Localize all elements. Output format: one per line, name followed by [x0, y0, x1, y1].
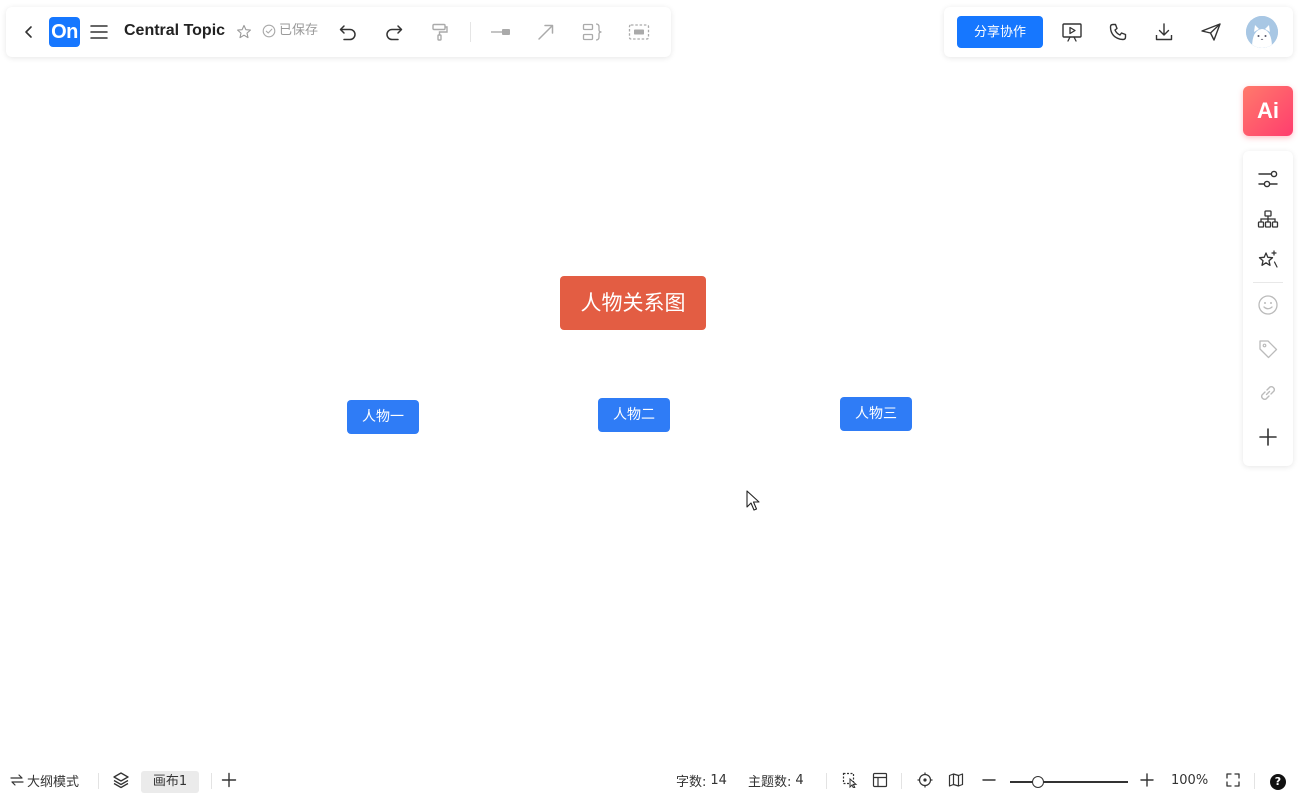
- theme-sparkle-icon[interactable]: [1256, 248, 1280, 272]
- swap-icon: [10, 774, 24, 786]
- status-divider: [901, 773, 902, 789]
- relationship-arrow-icon[interactable]: [534, 20, 558, 44]
- toolbar-divider: [470, 22, 471, 42]
- zoom-out-icon[interactable]: [981, 766, 997, 794]
- locate-center-icon[interactable]: [917, 766, 933, 794]
- outline-mode-button[interactable]: 大纲模式: [10, 766, 79, 794]
- child-topic-node[interactable]: 人物二: [598, 398, 670, 432]
- insert-topic-icon[interactable]: [489, 20, 513, 44]
- style-settings-icon[interactable]: [1256, 167, 1280, 191]
- status-divider: [211, 773, 212, 789]
- topic-count: 主题数: 4: [748, 766, 804, 794]
- document-title[interactable]: Central Topic: [124, 21, 225, 41]
- status-divider: [1254, 773, 1255, 789]
- fullscreen-icon[interactable]: [1225, 766, 1241, 794]
- boundary-frame-icon[interactable]: [627, 20, 651, 44]
- zoom-slider-handle[interactable]: [1032, 776, 1044, 788]
- structure-tree-icon[interactable]: [1256, 208, 1280, 232]
- child-topic-node[interactable]: 人物一: [347, 400, 419, 434]
- save-status-text: 已保存: [279, 23, 319, 38]
- status-divider: [826, 773, 827, 789]
- link-icon[interactable]: [1256, 381, 1280, 405]
- menu-icon[interactable]: [87, 20, 111, 44]
- central-topic-node[interactable]: 人物关系图: [560, 276, 706, 330]
- layers-icon[interactable]: [112, 766, 130, 794]
- minimap-icon[interactable]: [948, 766, 964, 794]
- undo-icon[interactable]: [336, 20, 360, 44]
- add-icon[interactable]: [1256, 425, 1280, 449]
- outline-mode-label: 大纲模式: [27, 774, 80, 790]
- app-logo[interactable]: On: [49, 17, 80, 47]
- word-count-value: 14: [710, 772, 727, 788]
- tag-icon[interactable]: [1256, 337, 1280, 361]
- main-toolbar: On Central Topic 已保存: [6, 7, 671, 57]
- zoom-slider-track[interactable]: [1010, 781, 1128, 783]
- child-topic-node[interactable]: 人物三: [840, 397, 912, 431]
- status-bar: 大纲模式 画布1 字数: 14 主题数: 4 100% ?: [0, 766, 1298, 794]
- phone-call-icon[interactable]: [1106, 20, 1130, 44]
- right-side-panel: [1243, 151, 1293, 466]
- zoom-in-icon[interactable]: [1139, 766, 1155, 794]
- mouse-pointer-icon: [746, 490, 760, 512]
- add-canvas-icon[interactable]: [221, 766, 237, 794]
- ai-assistant-button[interactable]: Ai: [1243, 86, 1293, 136]
- help-icon[interactable]: ?: [1270, 774, 1286, 790]
- format-painter-icon[interactable]: [428, 20, 452, 44]
- user-avatar[interactable]: [1246, 16, 1278, 48]
- status-divider: [98, 773, 99, 789]
- share-collaborate-button[interactable]: 分享协作: [957, 16, 1043, 48]
- topic-count-label: 主题数:: [748, 774, 792, 790]
- summary-brace-icon[interactable]: [581, 20, 605, 44]
- presentation-icon[interactable]: [1060, 20, 1084, 44]
- redo-icon[interactable]: [382, 20, 406, 44]
- collaboration-toolbar: 分享协作: [944, 7, 1293, 57]
- word-count: 字数: 14: [676, 766, 727, 794]
- word-count-label: 字数:: [676, 774, 707, 790]
- layout-panel-icon[interactable]: [872, 766, 888, 794]
- selection-tool-icon[interactable]: [842, 766, 858, 794]
- check-circle-icon: [262, 24, 276, 38]
- star-icon[interactable]: [232, 20, 256, 44]
- emoji-icon[interactable]: [1256, 293, 1280, 317]
- send-icon[interactable]: [1199, 20, 1223, 44]
- canvas-tab[interactable]: 画布1: [141, 771, 199, 793]
- download-icon[interactable]: [1152, 20, 1176, 44]
- topic-count-value: 4: [795, 772, 804, 788]
- zoom-level[interactable]: 100%: [1171, 766, 1208, 794]
- back-icon[interactable]: [17, 20, 41, 44]
- save-status: 已保存: [262, 23, 318, 39]
- panel-divider: [1253, 282, 1283, 283]
